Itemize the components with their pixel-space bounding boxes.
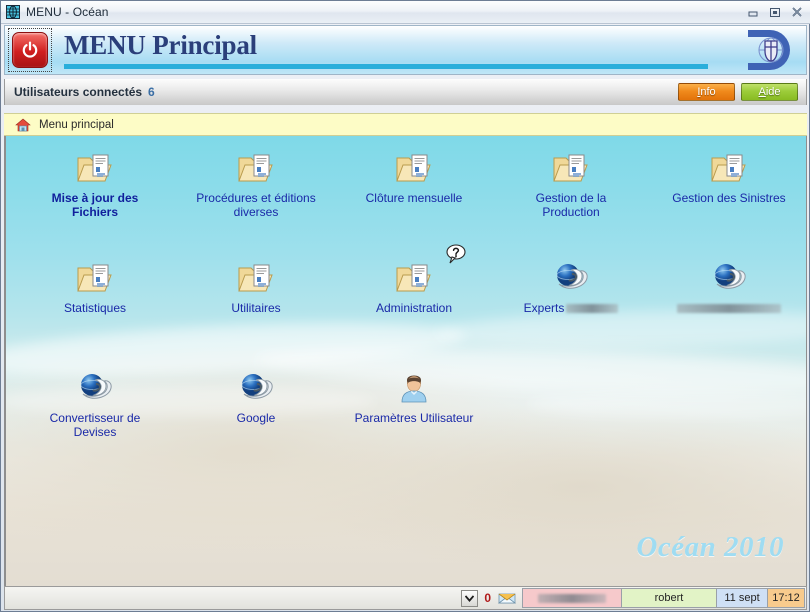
connected-users-count: 6 (148, 85, 155, 99)
menu-icon-label: Convertisseur de Devises (49, 411, 141, 439)
status-date-field: 11 sept (716, 588, 768, 608)
wave-decor (526, 391, 806, 417)
internet-explorer-icon (654, 254, 804, 298)
notification-count: 0 (484, 591, 491, 605)
menu-icon-procedures-et-editions-diverses[interactable]: Procédures et éditions diverses (181, 144, 331, 219)
menu-icon-label: Clôture mensuelle (365, 191, 463, 205)
menu-icon-utilitaires[interactable]: Utilitaires (181, 254, 331, 315)
chevron-down-icon[interactable] (461, 589, 479, 607)
ocean-d-logo (742, 27, 800, 73)
menu-icon-label: Mise à jour des Fichiers (51, 191, 139, 219)
power-button[interactable] (8, 28, 52, 72)
menu-icon-redacted-link[interactable] (654, 254, 804, 315)
help-button-rest: ide (765, 86, 781, 98)
menu-desktop: Mise à jour des Fichiers Procédures et éd… (4, 136, 807, 586)
folder-document-icon (339, 144, 489, 188)
user-avatar-icon (339, 364, 489, 408)
redacted-text (677, 304, 781, 314)
status-user-field: robert (621, 588, 717, 608)
menu-icon-gestion-de-la-production[interactable]: Gestion de la Production (496, 144, 646, 219)
menu-icon-label: Gestion de la Production (535, 191, 607, 219)
globe-grid-icon (5, 4, 21, 20)
redacted-text (566, 304, 619, 314)
folder-document-icon (20, 144, 170, 188)
status-bar: 0 robert 11 sept 17:12 (4, 586, 807, 610)
help-button[interactable]: Aide (741, 83, 798, 101)
header-rule (64, 64, 708, 69)
menu-icon-parametres-utilisateur[interactable]: Paramètres Utilisateur (339, 364, 489, 425)
help-button-accel: A (758, 86, 766, 98)
menu-icon-experts[interactable]: Experts (496, 254, 646, 315)
menu-icon-mise-a-jour-des-fichiers[interactable]: Mise à jour des Fichiers (20, 144, 170, 219)
info-button-rest: nfo (700, 86, 716, 98)
page-title: MENU Principal (64, 30, 257, 60)
connected-users-label: Utilisateurs connectés (14, 85, 143, 99)
menu-icon-convertisseur-de-devises[interactable]: Convertisseur de Devises (20, 364, 170, 439)
menu-icon-cloture-mensuelle[interactable]: Clôture mensuelle (339, 144, 489, 205)
title-bar: MENU - Océan (1, 1, 810, 24)
menu-icon-label: Gestion des Sinistres (672, 191, 786, 205)
envelope-icon[interactable] (497, 590, 517, 606)
close-icon[interactable] (787, 4, 807, 20)
application-window: MENU - Océan MENU Principal Utilisateurs… (0, 0, 810, 612)
connected-users-bar: Utilisateurs connectés 6 Info Aide (4, 79, 807, 105)
folder-document-icon (339, 244, 489, 298)
window-title: MENU - Océan (26, 5, 109, 19)
breadcrumb[interactable]: Menu principal (4, 113, 807, 136)
folder-document-icon (20, 254, 170, 298)
folder-document-icon (654, 144, 804, 188)
menu-icon-administration[interactable]: Administration (339, 244, 489, 315)
internet-explorer-icon (181, 364, 331, 408)
menu-icon-gestion-des-sinistres[interactable]: Gestion des Sinistres (654, 144, 804, 205)
menu-icon-label (654, 301, 804, 315)
menu-icon-statistiques[interactable]: Statistiques (20, 254, 170, 315)
menu-icon-label: Paramètres Utilisateur (354, 411, 474, 425)
header-actions: Info Aide (678, 83, 798, 101)
menu-icon-google[interactable]: Google (181, 364, 331, 425)
breadcrumb-label: Menu principal (39, 118, 114, 131)
header-title-wrap: MENU Principal (64, 28, 742, 72)
redacted-text (538, 593, 606, 603)
power-button-icon (12, 32, 48, 68)
menu-icon-label: Experts (496, 301, 646, 315)
status-time-field: 17:12 (767, 588, 805, 608)
folder-document-icon (181, 254, 331, 298)
home-icon (15, 117, 31, 133)
menu-icon-label: Statistiques (63, 301, 127, 315)
menu-icon-label: Utilitaires (231, 301, 281, 315)
minimize-icon[interactable] (743, 4, 763, 20)
menu-icon-label: Google (236, 411, 276, 425)
folder-document-icon (496, 144, 646, 188)
internet-explorer-icon (496, 254, 646, 298)
info-button[interactable]: Info (678, 83, 735, 101)
folder-document-icon (181, 144, 331, 188)
menu-icon-label: Administration (375, 301, 453, 315)
ocean-signature: Océan 2010 (636, 531, 784, 563)
status-bar-fields: 0 robert 11 sept 17:12 (461, 587, 805, 609)
maximize-icon[interactable] (765, 4, 785, 20)
app-header: MENU Principal (4, 25, 807, 75)
internet-explorer-icon (20, 364, 170, 408)
window-controls (743, 4, 807, 20)
status-message-field[interactable] (522, 588, 622, 608)
menu-icon-label: Procédures et éditions diverses (196, 191, 316, 219)
